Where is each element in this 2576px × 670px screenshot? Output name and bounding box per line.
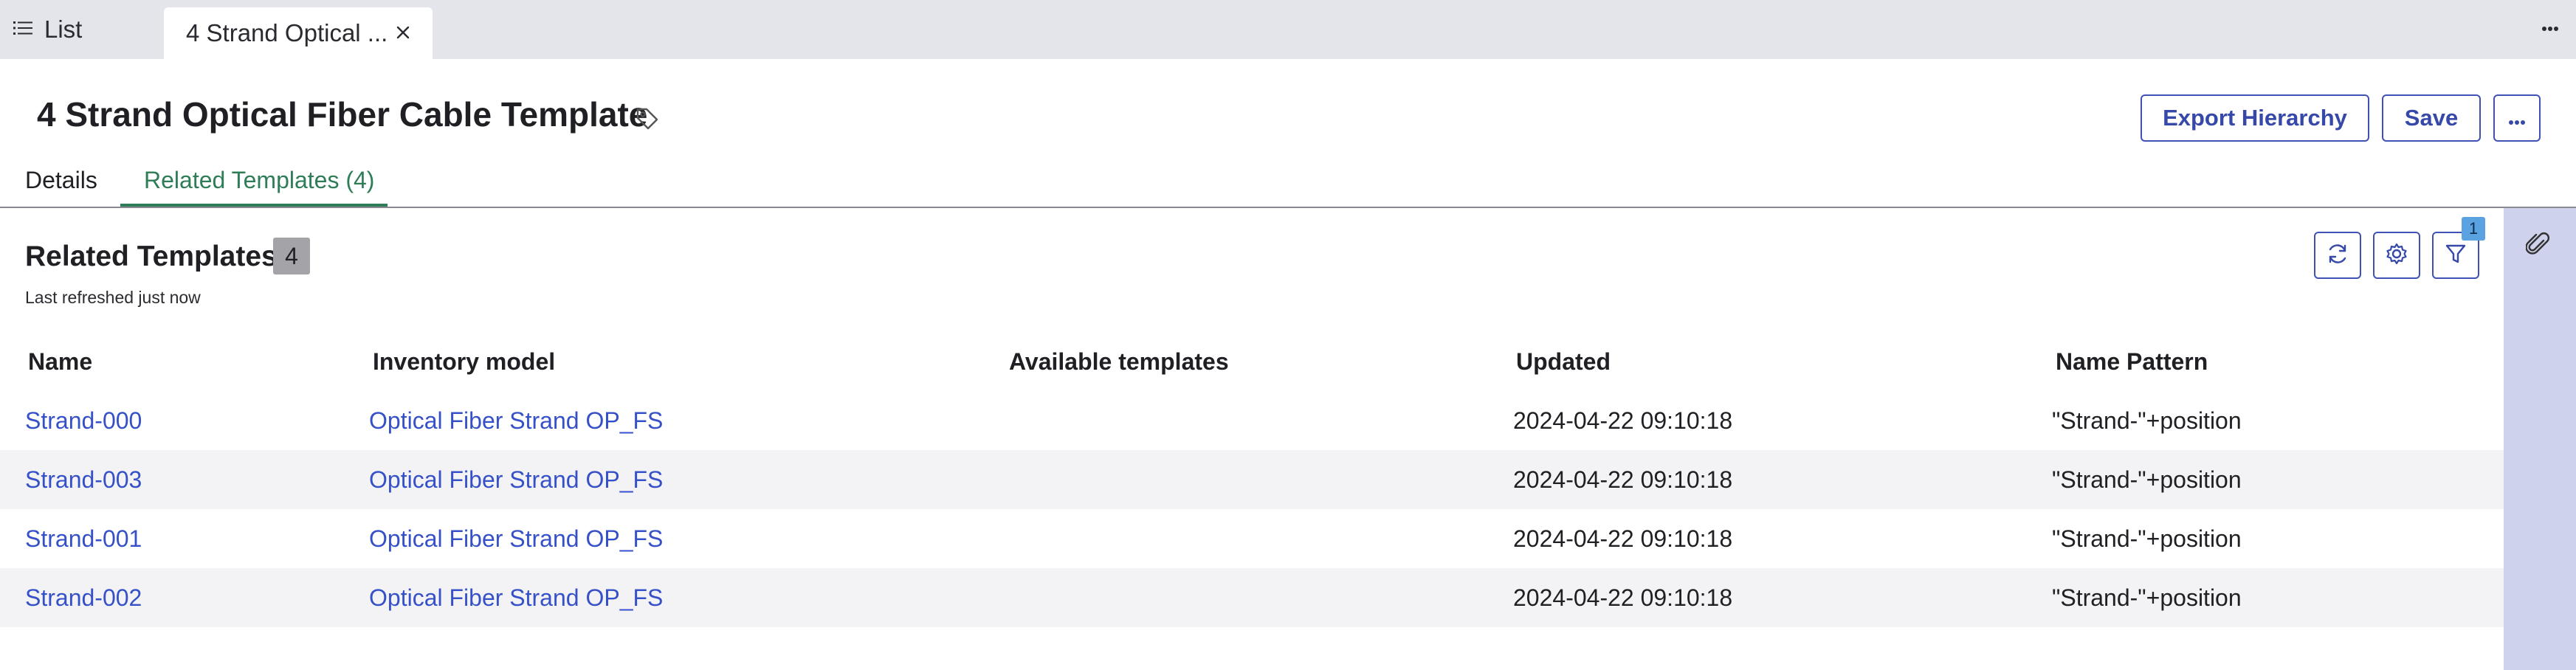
row-name-pattern: "Strand-"+position bbox=[2052, 407, 2242, 434]
row-model-link[interactable]: Optical Fiber Strand OP_FS bbox=[369, 466, 663, 494]
tab-details[interactable]: Details bbox=[25, 167, 97, 194]
column-header-available-templates[interactable]: Available templates bbox=[1009, 348, 1229, 376]
tab-strip: List 4 Strand Optical ... bbox=[0, 0, 2576, 59]
row-name-pattern: "Strand-"+position bbox=[2052, 466, 2242, 493]
tab-related-templates[interactable]: Related Templates (4) bbox=[144, 167, 374, 194]
tab-list-label: List bbox=[44, 15, 83, 43]
more-horizontal-icon bbox=[2508, 105, 2526, 131]
table-row[interactable]: Strand-002 Optical Fiber Strand OP_FS 20… bbox=[0, 568, 2504, 627]
more-horizontal-icon[interactable] bbox=[2542, 22, 2558, 35]
filter-icon bbox=[2443, 241, 2468, 270]
paperclip-icon[interactable] bbox=[2525, 230, 2551, 262]
count-badge: 4 bbox=[273, 238, 310, 274]
save-button[interactable]: Save bbox=[2382, 94, 2481, 142]
row-name-pattern: "Strand-"+position bbox=[2052, 525, 2242, 552]
more-actions-button[interactable] bbox=[2493, 94, 2541, 142]
right-rail bbox=[2504, 208, 2576, 670]
tab-active-label: 4 Strand Optical ... bbox=[186, 19, 388, 46]
row-name-link[interactable]: Strand-001 bbox=[25, 525, 142, 553]
table-row[interactable]: Strand-001 Optical Fiber Strand OP_FS 20… bbox=[0, 509, 2504, 568]
refresh-icon bbox=[2325, 241, 2350, 270]
row-name-link[interactable]: Strand-002 bbox=[25, 584, 142, 612]
tag-icon[interactable] bbox=[635, 106, 660, 135]
row-model-link[interactable]: Optical Fiber Strand OP_FS bbox=[369, 407, 663, 435]
gear-icon bbox=[2384, 241, 2409, 270]
tab-active-template[interactable]: 4 Strand Optical ... bbox=[164, 7, 433, 59]
table-row[interactable]: Strand-000 Optical Fiber Strand OP_FS 20… bbox=[0, 391, 2504, 450]
row-updated: 2024-04-22 09:10:18 bbox=[1513, 466, 1733, 493]
header-divider bbox=[0, 207, 2576, 208]
row-name-link[interactable]: Strand-000 bbox=[25, 407, 142, 435]
tab-list[interactable]: List bbox=[13, 0, 82, 59]
refresh-button[interactable] bbox=[2314, 232, 2361, 279]
settings-button[interactable] bbox=[2373, 232, 2420, 279]
page-title: 4 Strand Optical Fiber Cable Template bbox=[37, 95, 648, 134]
table-row[interactable]: Strand-003 Optical Fiber Strand OP_FS 20… bbox=[0, 450, 2504, 509]
last-refreshed-text: Last refreshed just now bbox=[25, 288, 201, 307]
column-header-inventory-model[interactable]: Inventory model bbox=[373, 348, 555, 376]
row-name-pattern: "Strand-"+position bbox=[2052, 584, 2242, 611]
column-header-updated[interactable]: Updated bbox=[1516, 348, 1611, 376]
row-updated: 2024-04-22 09:10:18 bbox=[1513, 407, 1733, 434]
list-icon bbox=[13, 20, 32, 40]
close-icon[interactable] bbox=[394, 24, 412, 45]
row-name-link[interactable]: Strand-003 bbox=[25, 466, 142, 494]
filter-count-badge: 1 bbox=[2462, 217, 2485, 241]
column-header-name[interactable]: Name bbox=[28, 348, 92, 376]
row-updated: 2024-04-22 09:10:18 bbox=[1513, 584, 1733, 611]
row-model-link[interactable]: Optical Fiber Strand OP_FS bbox=[369, 584, 663, 612]
export-hierarchy-button[interactable]: Export Hierarchy bbox=[2141, 94, 2369, 142]
row-updated: 2024-04-22 09:10:18 bbox=[1513, 525, 1733, 552]
section-title: Related Templates bbox=[25, 241, 278, 272]
row-model-link[interactable]: Optical Fiber Strand OP_FS bbox=[369, 525, 663, 553]
column-header-name-pattern[interactable]: Name Pattern bbox=[2056, 348, 2208, 376]
